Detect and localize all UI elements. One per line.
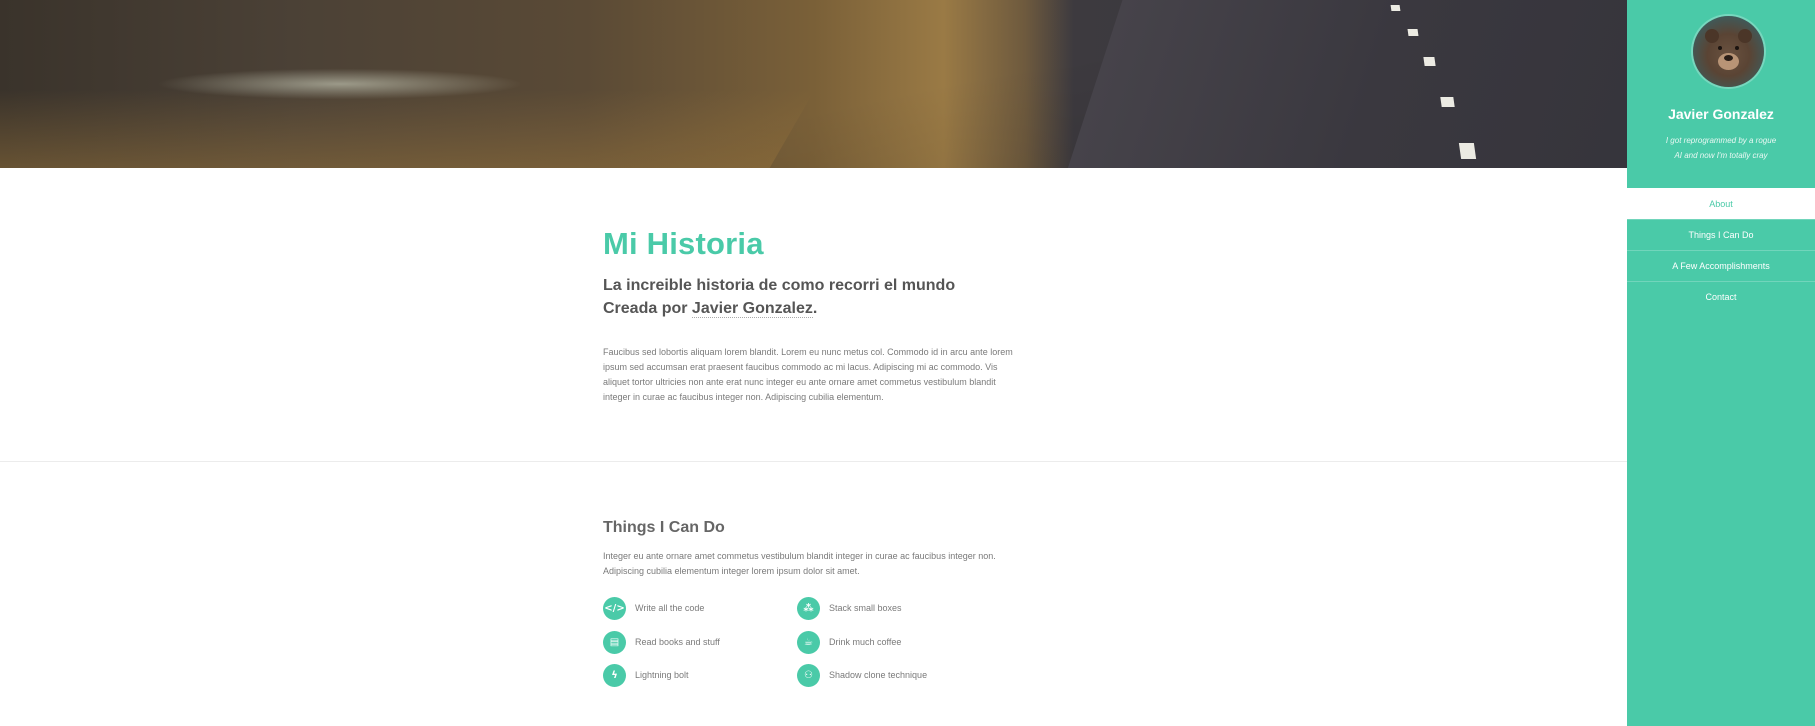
skill-item: ⁂ Stack small boxes <box>797 596 902 620</box>
bear-ear <box>1705 29 1719 43</box>
author-link[interactable]: Javier Gonzalez <box>691 300 813 318</box>
bolt-icon: ϟ <box>603 663 626 687</box>
skill-label: Shadow clone technique <box>829 670 928 680</box>
bear-nose <box>1724 55 1733 61</box>
skills-description: Integer eu ante ornare amet commetus ves… <box>603 551 996 576</box>
nav-item-things-i-can-do[interactable]: Things I Can Do <box>1627 219 1815 250</box>
skill-label: Read books and stuff <box>635 637 720 647</box>
profile-name: Javier Gonzalez <box>1668 106 1774 122</box>
skill-item: ☕ Drink much coffee <box>797 630 901 654</box>
page-title: Mi Historia <box>603 226 764 261</box>
page-subtitle: La increible historia de como recorri el… <box>603 274 1023 320</box>
nav-item-accomplishments[interactable]: A Few Accomplishments <box>1627 250 1815 281</box>
subtitle-line: La increible historia de como recorri el… <box>603 277 956 294</box>
road-marking <box>1440 97 1455 107</box>
bear-eye <box>1735 46 1739 50</box>
skill-item: ▤ Read books and stuff <box>603 630 720 654</box>
byline-suffix: . <box>812 300 818 317</box>
skill-item: ⚇ Shadow clone technique <box>797 663 927 687</box>
hero-field <box>0 90 815 168</box>
skill-label: Write all the code <box>635 603 705 613</box>
hero-road <box>1051 0 1627 168</box>
skill-label: Lightning bolt <box>635 670 689 680</box>
hero-banner <box>0 0 1627 168</box>
nav-item-contact[interactable]: Contact <box>1627 281 1815 312</box>
sidebar: Javier Gonzalez I got reprogrammed by a … <box>1627 0 1815 726</box>
code-icon: </> <box>603 596 626 620</box>
road-marking <box>1423 57 1436 66</box>
cubes-icon: ⁂ <box>797 596 820 620</box>
nav-item-about[interactable]: About <box>1627 188 1815 219</box>
skill-label: Stack small boxes <box>829 603 902 613</box>
skills-title: Things I Can Do <box>603 519 725 536</box>
subtitle-byline: Creada por Javier Gonzalez. <box>603 297 1023 320</box>
byline-prefix: Creada por <box>603 300 692 317</box>
book-icon: ▤ <box>603 630 626 654</box>
road-marking <box>1407 29 1419 36</box>
story-paragraph: Faucibus sed lobortis aliquam lorem blan… <box>603 347 1013 402</box>
skill-item: ϟ Lightning bolt <box>603 663 689 687</box>
sidebar-nav: About Things I Can Do A Few Accomplishme… <box>1627 188 1815 312</box>
profile-bio: I got reprogrammed by a rogue AI and now… <box>1665 136 1777 160</box>
section-divider <box>0 461 1627 462</box>
users-icon: ⚇ <box>797 663 820 687</box>
road-marking <box>1390 5 1401 11</box>
bear-eye <box>1718 46 1722 50</box>
bear-ear <box>1738 29 1752 43</box>
skill-item: </> Write all the code <box>603 596 704 620</box>
skill-label: Drink much coffee <box>829 637 902 647</box>
coffee-icon: ☕ <box>797 630 820 654</box>
road-marking <box>1458 143 1477 159</box>
avatar <box>1693 16 1764 87</box>
